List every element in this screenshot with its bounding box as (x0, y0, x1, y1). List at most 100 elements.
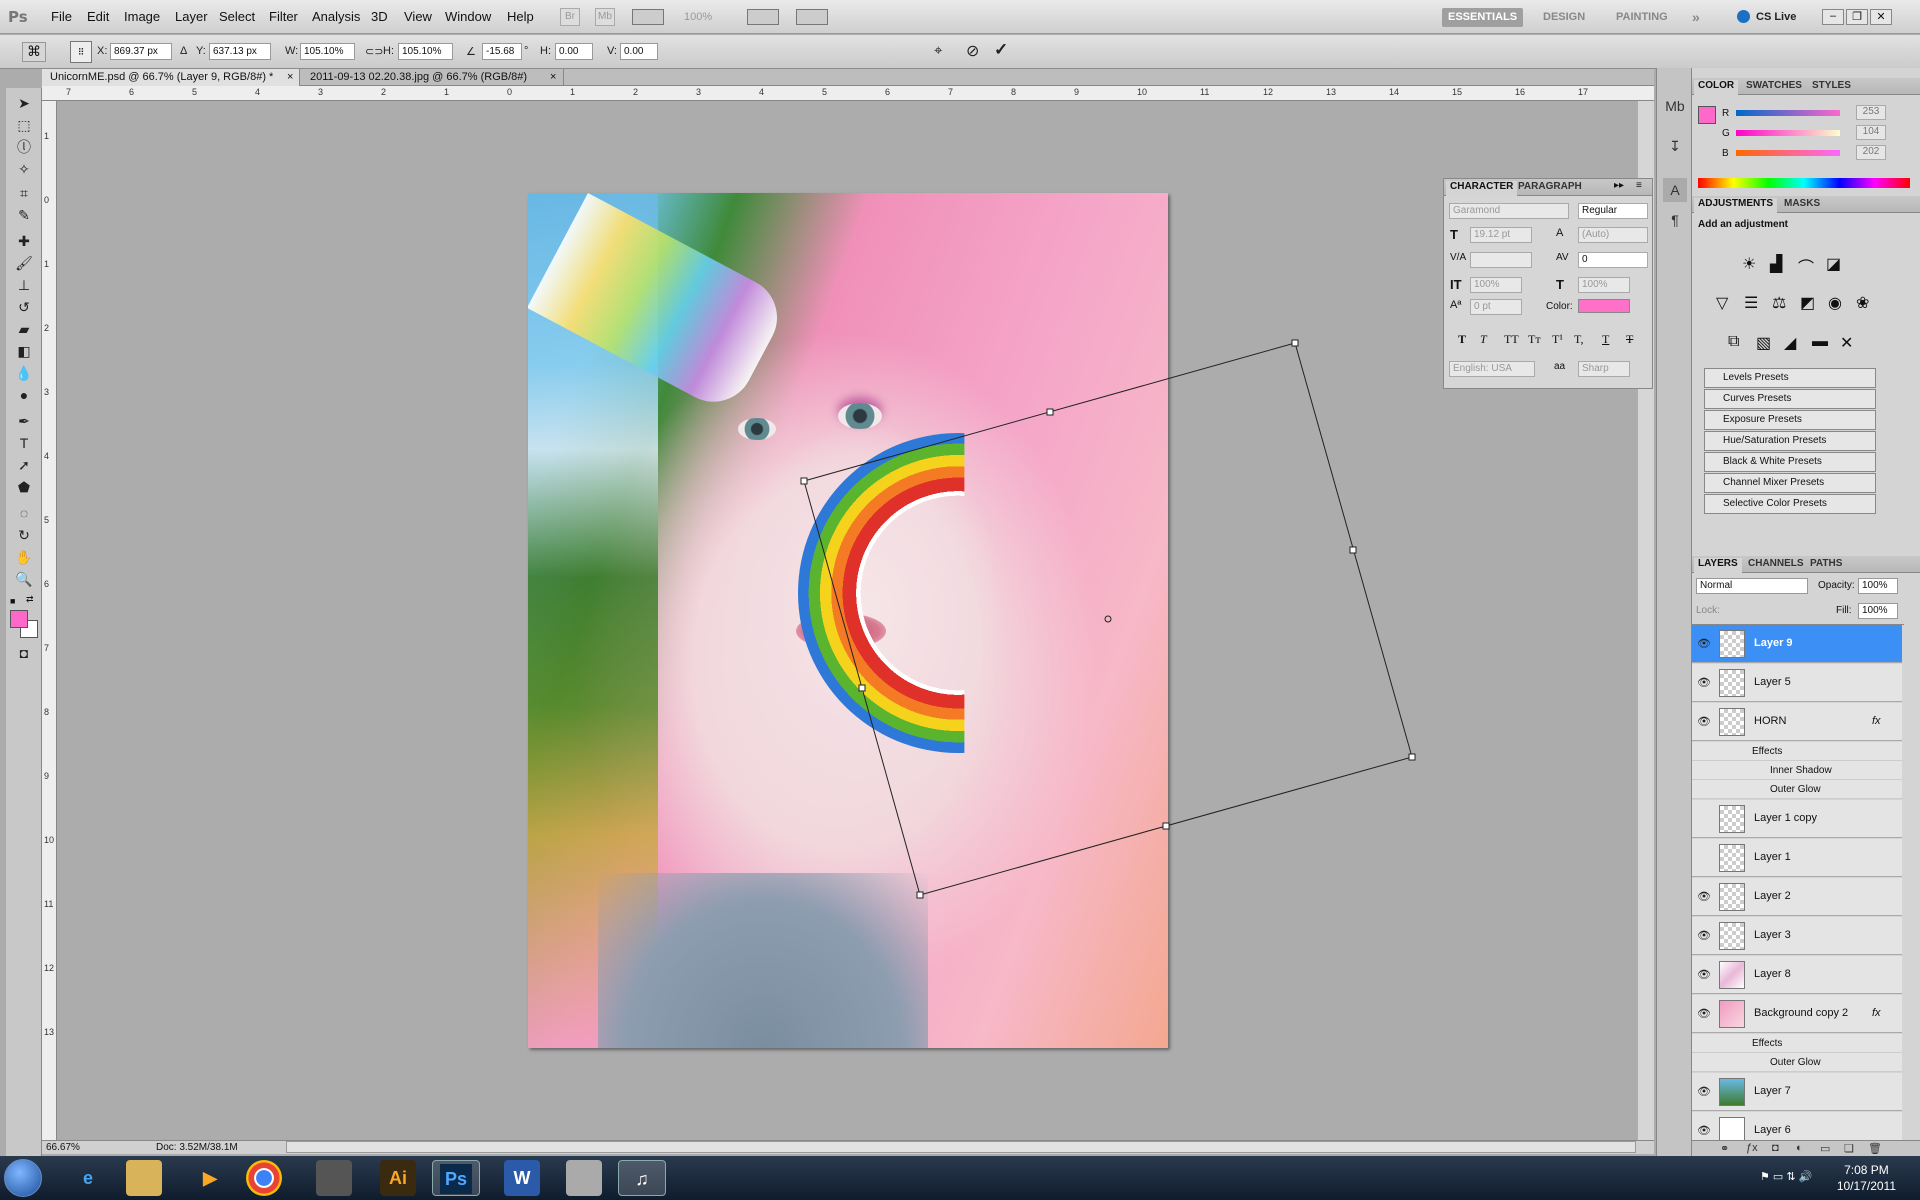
tab-channels[interactable]: CHANNELS (1744, 558, 1808, 569)
baseline-shift-field[interactable]: 0 pt (1470, 299, 1522, 315)
character-icon[interactable]: A (1663, 178, 1687, 202)
fx-icon[interactable]: fx (1872, 1007, 1881, 1019)
photo-filter-icon[interactable]: ◉ (1828, 293, 1842, 313)
mask-icon[interactable]: ◘ (1772, 1142, 1779, 1154)
black-white-icon[interactable]: ◩ (1800, 293, 1815, 313)
ie-icon[interactable]: e (64, 1160, 112, 1196)
exposure-icon[interactable]: ◪ (1826, 254, 1841, 274)
foreground-color-swatch[interactable] (1698, 106, 1716, 124)
blend-mode-select[interactable]: Normal (1696, 578, 1808, 594)
eye-icon[interactable]: 👁 (1696, 675, 1712, 691)
green-slider[interactable] (1736, 130, 1840, 136)
effect-outer-glow[interactable]: Outer Glow (1692, 1053, 1902, 1072)
eye-off-icon[interactable] (1696, 850, 1712, 866)
photoshop-taskbar-button[interactable]: Ps (432, 1160, 480, 1196)
panel-collapse-icon[interactable]: ▸▸ (1614, 180, 1624, 191)
red-slider[interactable] (1736, 110, 1840, 116)
foreground-color-swatch[interactable] (10, 610, 28, 628)
layer-row[interactable]: 👁 Layer 2 (1692, 878, 1902, 916)
clock[interactable]: 7:08 PM 10/17/2011 (1837, 1162, 1896, 1194)
levels-icon[interactable]: ▟ (1770, 254, 1782, 274)
hue-saturation-icon[interactable]: ☰ (1744, 293, 1758, 313)
blue-slider[interactable] (1736, 150, 1840, 156)
font-style-select[interactable]: Regular (1578, 203, 1648, 219)
layer-row[interactable]: 👁 HORN fx (1692, 703, 1902, 741)
effect-inner-shadow[interactable]: Inner Shadow (1692, 761, 1902, 780)
vertical-scale-field[interactable]: 100% (1470, 277, 1522, 293)
underline-button[interactable]: T (1602, 332, 1609, 347)
preset-exposure[interactable]: Exposure Presets (1704, 410, 1876, 430)
curves-icon[interactable]: ⌒ (1798, 254, 1814, 278)
effects-row[interactable]: Effects (1692, 1034, 1902, 1053)
illustrator-icon[interactable]: Ai (380, 1160, 416, 1196)
tab-adjustments[interactable]: ADJUSTMENTS (1694, 198, 1778, 213)
panel-menu-icon[interactable]: ≡ (1636, 180, 1642, 191)
tab-paragraph[interactable]: PARAGRAPH (1514, 181, 1586, 192)
start-button[interactable] (4, 1159, 42, 1197)
eye-icon[interactable]: 👁 (1696, 1006, 1712, 1022)
preset-selective-color[interactable]: Selective Color Presets (1704, 494, 1876, 514)
fx-button-icon[interactable]: ƒx (1746, 1142, 1758, 1154)
superscript-button[interactable]: T¹ (1552, 332, 1563, 347)
strikethrough-button[interactable]: T (1626, 332, 1633, 347)
brightness-icon[interactable]: ☀ (1742, 254, 1756, 274)
tab-character[interactable]: CHARACTER (1446, 181, 1518, 196)
posterize-icon[interactable]: ▧ (1756, 333, 1771, 353)
tracking-field[interactable]: 0 (1578, 252, 1648, 268)
preset-channel-mixer[interactable]: Channel Mixer Presets (1704, 473, 1876, 493)
layer-row[interactable]: 👁 Layer 7 (1692, 1073, 1902, 1111)
fx-icon[interactable]: fx (1872, 715, 1881, 727)
minibridge-icon[interactable]: Mb (1663, 94, 1687, 118)
effect-outer-glow[interactable]: Outer Glow (1692, 780, 1902, 799)
vibrance-icon[interactable]: ▽ (1716, 293, 1728, 313)
layer-row[interactable]: 👁 Layer 3 (1692, 917, 1902, 955)
preset-curves[interactable]: Curves Presets (1704, 389, 1876, 409)
language-select[interactable]: English: USA (1449, 361, 1535, 377)
layer-row[interactable]: 👁 Layer 9 (1692, 625, 1902, 663)
eye-icon[interactable]: 👁 (1696, 714, 1712, 730)
eye-off-icon[interactable] (1696, 811, 1712, 827)
tab-paths[interactable]: PATHS (1806, 558, 1846, 569)
preset-levels[interactable]: Levels Presets (1704, 368, 1876, 388)
zoom-readout[interactable]: 66.67% (46, 1142, 80, 1153)
small-caps-button[interactable]: Tт (1528, 332, 1541, 347)
tray-icons[interactable]: ⚑ ▭ ⇅ 🔊 (1760, 1170, 1812, 1183)
red-value[interactable]: 253 (1856, 105, 1886, 120)
subscript-button[interactable]: T, (1574, 332, 1583, 347)
blue-value[interactable]: 202 (1856, 145, 1886, 160)
eye-icon[interactable]: 👁 (1696, 1084, 1712, 1100)
gradient-map-icon[interactable]: ▬ (1812, 333, 1828, 351)
font-family-select[interactable]: Garamond (1449, 203, 1569, 219)
layer-row[interactable]: Layer 1 (1692, 839, 1902, 877)
eye-icon[interactable]: 👁 (1696, 967, 1712, 983)
layer-row[interactable]: 👁 Layer 8 (1692, 956, 1902, 994)
chrome-icon[interactable] (246, 1160, 282, 1196)
utility-icon[interactable] (316, 1160, 352, 1196)
itunes-icon[interactable]: ♫ (618, 1160, 666, 1196)
media-player-icon[interactable]: ▶ (186, 1160, 234, 1196)
kerning-field[interactable] (1470, 252, 1532, 268)
threshold-icon[interactable]: ◢ (1784, 333, 1796, 353)
history-icon[interactable]: ↧ (1663, 134, 1687, 158)
horizontal-scale-field[interactable]: 100% (1578, 277, 1630, 293)
effects-row[interactable]: Effects (1692, 742, 1902, 761)
eye-icon[interactable]: 👁 (1696, 889, 1712, 905)
antialias-select[interactable]: Sharp (1578, 361, 1630, 377)
green-value[interactable]: 104 (1856, 125, 1886, 140)
color-spectrum[interactable] (1698, 178, 1910, 188)
explorer-icon[interactable] (126, 1160, 162, 1196)
horizontal-scrollbar[interactable] (286, 1141, 1636, 1153)
faux-italic-button[interactable]: T (1480, 332, 1487, 347)
faux-bold-button[interactable]: T (1458, 332, 1466, 347)
color-balance-icon[interactable]: ⚖ (1772, 293, 1786, 313)
calculator-icon[interactable] (566, 1160, 602, 1196)
tab-layers[interactable]: LAYERS (1694, 558, 1742, 573)
layer-row[interactable]: 👁 Layer 5 (1692, 664, 1902, 702)
layer-row[interactable]: Layer 1 copy (1692, 800, 1902, 838)
eye-icon[interactable]: 👁 (1696, 928, 1712, 944)
layer-row[interactable]: 👁 Background copy 2 fx (1692, 995, 1902, 1033)
text-color-swatch[interactable] (1578, 299, 1630, 313)
leading-field[interactable]: (Auto) (1578, 227, 1648, 243)
preset-hue-saturation[interactable]: Hue/Saturation Presets (1704, 431, 1876, 451)
link-layers-icon[interactable]: ⚭ (1720, 1142, 1729, 1155)
